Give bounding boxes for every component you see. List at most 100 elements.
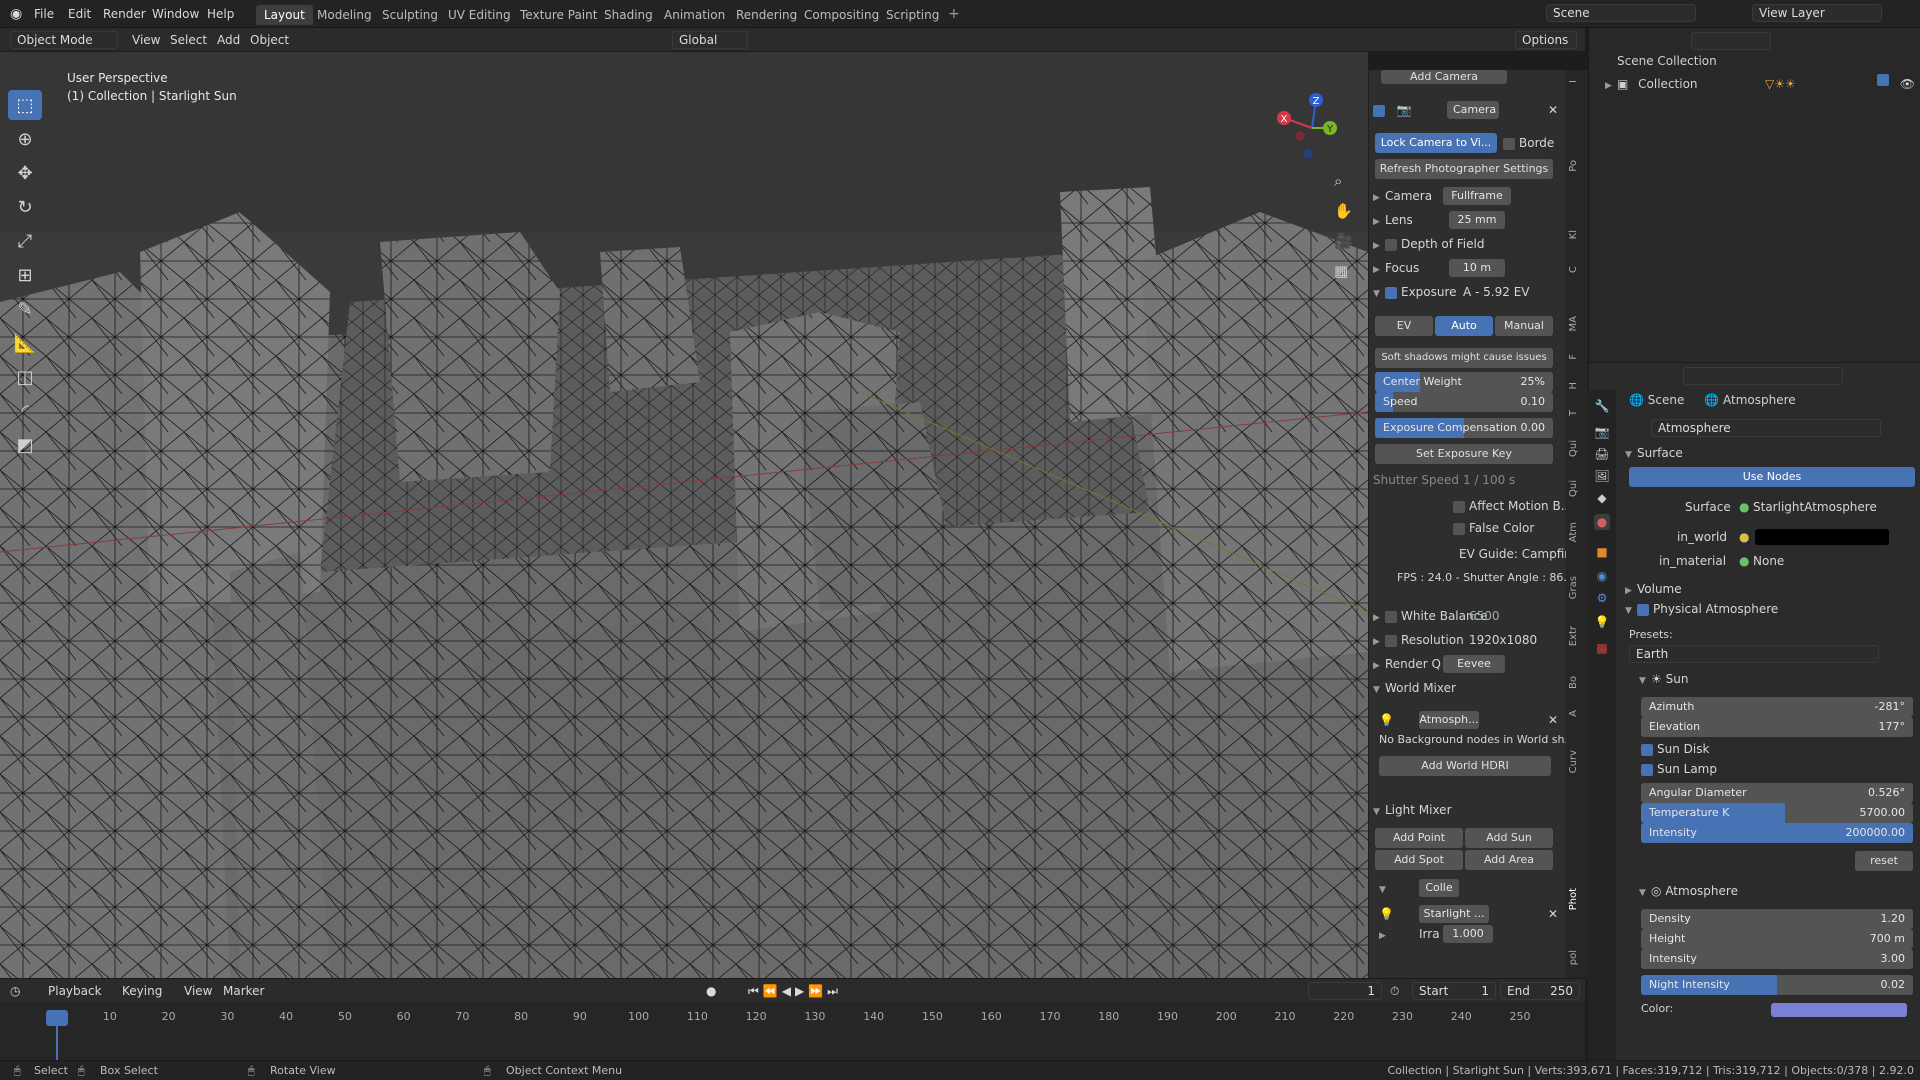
- close-icon[interactable]: ✕: [1548, 904, 1558, 924]
- sidebar-tab[interactable]: F: [1568, 354, 1586, 360]
- add-world-hdri-button[interactable]: Add World HDRI: [1379, 756, 1551, 776]
- stopwatch-icon[interactable]: ⏱: [1390, 982, 1399, 1000]
- tab-uv-editing[interactable]: UV Editing: [440, 5, 519, 25]
- add-point-button[interactable]: Add Point: [1375, 828, 1463, 848]
- sidebar-tab[interactable]: Kl: [1568, 230, 1586, 239]
- set-exposure-key-button[interactable]: Set Exposure Key: [1375, 444, 1553, 464]
- tab-animation[interactable]: Animation: [656, 5, 733, 25]
- resolution-checkbox[interactable]: [1385, 634, 1397, 647]
- menu-render[interactable]: Render: [103, 5, 146, 23]
- use-nodes-button[interactable]: Use Nodes: [1629, 467, 1915, 487]
- world-datablock-field[interactable]: Atmosphere: [1651, 419, 1881, 437]
- 3d-viewport[interactable]: User Perspective (1) Collection | Starli…: [0, 52, 1368, 978]
- cursor-tool-icon[interactable]: ⊕: [8, 124, 42, 154]
- add-sun-button[interactable]: Add Sun: [1465, 828, 1553, 848]
- orientation-selector[interactable]: Global: [672, 31, 748, 49]
- rotate-tool-icon[interactable]: ↻: [8, 192, 42, 222]
- add-arc-tool-icon[interactable]: ◜: [8, 396, 42, 426]
- sidebar-tab[interactable]: Po: [1568, 160, 1586, 172]
- camera-view-icon[interactable]: 🎥: [1334, 232, 1353, 250]
- in-material-value[interactable]: None: [1753, 551, 1784, 571]
- start-frame-field[interactable]: Start 1: [1412, 982, 1496, 1000]
- scale-tool-icon[interactable]: ⤢: [8, 226, 42, 256]
- render-engine-dropdown[interactable]: Eevee: [1443, 655, 1505, 673]
- surface-node-value[interactable]: StarlightAtmosphere: [1753, 497, 1877, 517]
- night-intensity-slider[interactable]: Night Intensity 0.02: [1641, 975, 1913, 995]
- sidebar-tab[interactable]: Extr: [1568, 626, 1586, 646]
- sidebar-tab[interactable]: I: [1568, 80, 1586, 83]
- add-workspace-icon[interactable]: +: [948, 5, 960, 23]
- measure-tool-icon[interactable]: 📐: [8, 328, 42, 358]
- white-balance-checkbox[interactable]: [1385, 610, 1397, 623]
- view-layer-tab-icon[interactable]: 🖼: [1594, 468, 1610, 484]
- close-icon[interactable]: ✕: [1548, 100, 1558, 120]
- pan-hand-icon[interactable]: ✋: [1334, 202, 1353, 220]
- menu-keying[interactable]: Keying: [122, 982, 162, 1000]
- starlight-field[interactable]: Starlight ...: [1419, 905, 1489, 923]
- sidebar-tab[interactable]: C: [1568, 266, 1586, 273]
- exposure-mode-ev[interactable]: EV: [1375, 316, 1433, 336]
- sensor-preset-dropdown[interactable]: Fullframe: [1443, 187, 1511, 205]
- sidebar-tab[interactable]: T: [1568, 410, 1586, 416]
- render-tab-icon[interactable]: 📷: [1594, 424, 1610, 440]
- tab-modeling[interactable]: Modeling: [309, 5, 380, 25]
- tab-shading[interactable]: Shading: [596, 5, 661, 25]
- add-plane-tool-icon[interactable]: ◩: [8, 430, 42, 460]
- sidebar-tab[interactable]: Bo: [1568, 676, 1586, 689]
- scene-tab-icon[interactable]: ◆: [1594, 490, 1610, 506]
- sun-lamp-checkbox[interactable]: [1641, 763, 1653, 776]
- menu-file[interactable]: File: [34, 5, 54, 23]
- output-tab-icon[interactable]: 🖨: [1594, 446, 1610, 462]
- elevation-field[interactable]: Elevation 177°: [1641, 717, 1913, 737]
- tab-layout[interactable]: Layout: [256, 5, 313, 25]
- angular-diameter-field[interactable]: Angular Diameter 0.526°: [1641, 783, 1913, 803]
- physical-atmosphere-checkbox[interactable]: [1637, 603, 1649, 616]
- constraints-tab-icon[interactable]: ⚙: [1594, 590, 1610, 606]
- zoom-icon[interactable]: ⌕: [1334, 172, 1342, 190]
- sun-disk-checkbox[interactable]: [1641, 743, 1653, 756]
- speed-slider[interactable]: Speed 0.10: [1375, 392, 1553, 412]
- outliner-search-input[interactable]: [1691, 32, 1771, 50]
- temperature-slider[interactable]: Temperature K 5700.00: [1641, 803, 1913, 823]
- tab-scripting[interactable]: Scripting: [878, 5, 947, 25]
- blender-logo-icon[interactable]: ◉: [10, 5, 22, 23]
- camera-name-field[interactable]: Camera: [1447, 101, 1499, 119]
- irradiance-value[interactable]: 1.000: [1443, 925, 1493, 943]
- properties-search-input[interactable]: [1683, 367, 1843, 385]
- collection-visible-checkbox[interactable]: [1877, 74, 1889, 86]
- ortho-grid-icon[interactable]: ▦: [1334, 262, 1348, 280]
- add-spot-button[interactable]: Add Spot: [1375, 850, 1463, 870]
- menu-select[interactable]: Select: [170, 31, 207, 49]
- timeline-area[interactable]: 1102030405060708090100110120130140150160…: [0, 1002, 1585, 1060]
- add-camera-button[interactable]: Add Camera: [1381, 70, 1507, 84]
- sun-intensity-slider[interactable]: Intensity 200000.00: [1641, 823, 1913, 843]
- menu-help[interactable]: Help: [207, 5, 234, 23]
- sidebar-tab[interactable]: Qui: [1568, 440, 1586, 457]
- exposure-mode-auto[interactable]: Auto: [1435, 316, 1493, 336]
- collection-row[interactable]: ▶ ▣ Collection ▽☀☀ 👁: [1605, 74, 1919, 94]
- tab-texture-paint[interactable]: Texture Paint: [512, 5, 605, 25]
- sidebar-tab[interactable]: Curv: [1568, 750, 1586, 773]
- tab-compositing[interactable]: Compositing: [796, 5, 887, 25]
- sidebar-tab[interactable]: MA: [1568, 316, 1586, 331]
- border-checkbox[interactable]: [1503, 137, 1515, 150]
- data-tab-icon[interactable]: 💡: [1594, 614, 1610, 630]
- menu-playback[interactable]: Playback: [48, 982, 102, 1000]
- exposure-checkbox[interactable]: [1385, 286, 1397, 299]
- texture-tab-icon[interactable]: ▩: [1594, 640, 1610, 656]
- mode-selector[interactable]: Object Mode: [10, 31, 118, 49]
- false-color-checkbox[interactable]: [1453, 522, 1465, 535]
- sidebar-tab-active[interactable]: Phot: [1568, 888, 1586, 910]
- density-field[interactable]: Density 1.20: [1641, 909, 1913, 929]
- lens-field[interactable]: 25 mm: [1449, 211, 1505, 229]
- sidebar-tab[interactable]: pol: [1568, 950, 1586, 965]
- sidebar-tab[interactable]: H: [1568, 382, 1586, 390]
- camera-enabled-checkbox[interactable]: [1373, 104, 1385, 117]
- navigation-gizmo[interactable]: Z X Y: [1272, 88, 1352, 168]
- world-bulb-icon[interactable]: 💡: [1379, 713, 1394, 727]
- menu-edit[interactable]: Edit: [68, 5, 91, 23]
- record-icon[interactable]: ●: [706, 982, 716, 1000]
- in-world-color-swatch[interactable]: [1755, 529, 1889, 545]
- current-frame-field[interactable]: 1: [1308, 982, 1382, 1000]
- menu-timeline-view[interactable]: View: [184, 982, 212, 1000]
